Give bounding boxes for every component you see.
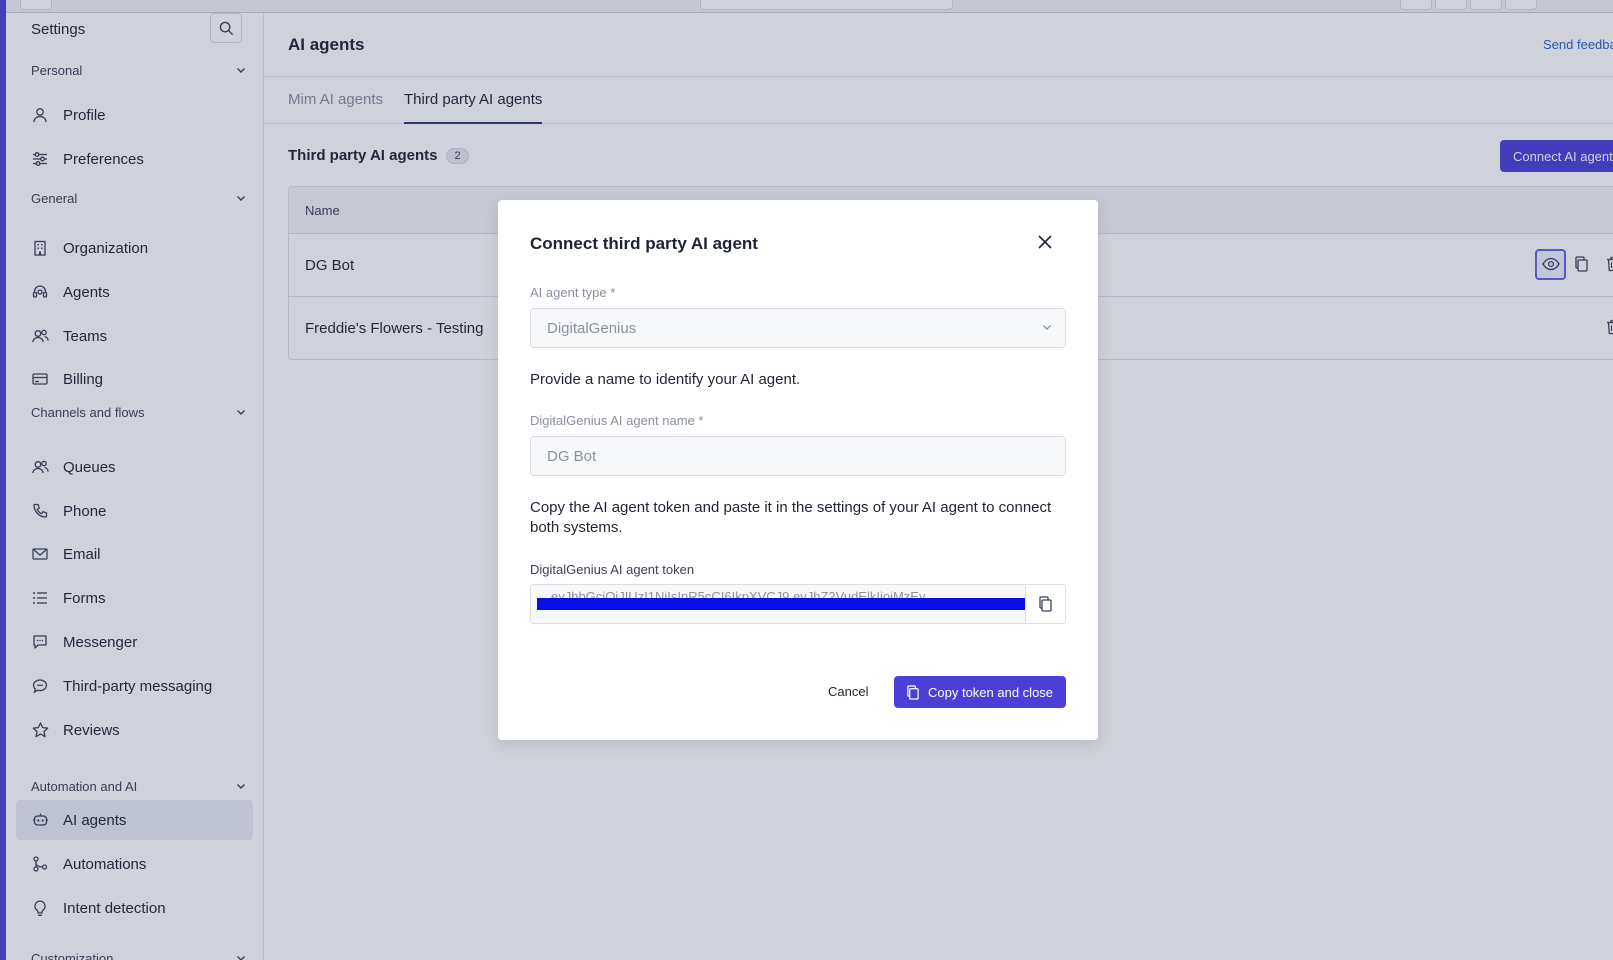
- dialog-title: Connect third party AI agent: [530, 234, 758, 253]
- token-label: DigitalGenius AI agent token: [530, 562, 695, 577]
- copy-token-and-close-button[interactable]: Copy token and close: [894, 676, 1066, 708]
- agent-type-select[interactable]: DigitalGenius: [530, 308, 1066, 348]
- agent-name-value: DG Bot: [547, 447, 597, 465]
- agent-type-label: AI agent type *: [530, 285, 616, 300]
- agent-name-input[interactable]: DG Bot: [530, 436, 1066, 476]
- copy-token-button[interactable]: [1025, 585, 1065, 623]
- copy-icon: [1039, 596, 1052, 612]
- button-label: Copy token and close: [928, 684, 1054, 700]
- cancel-button[interactable]: Cancel: [828, 684, 868, 699]
- redaction-bar: [537, 598, 1025, 610]
- agent-name-label: DigitalGenius AI agent name *: [530, 413, 704, 428]
- token-prompt: Copy the AI agent token and paste it in …: [530, 499, 1052, 536]
- name-prompt: Provide a name to identify your AI agent…: [530, 371, 801, 388]
- copy-icon: [907, 684, 919, 700]
- token-field[interactable]: eyJhbGciOiJIUzI1NiIsInR5cCI6IkpXVCJ9.eyJ…: [530, 584, 1066, 624]
- close-button[interactable]: [1033, 230, 1057, 254]
- chevron-down-icon: [1043, 325, 1051, 330]
- close-icon: [1038, 235, 1052, 249]
- agent-type-value: DigitalGenius: [547, 319, 637, 337]
- connect-agent-dialog: Connect third party AI agent AI agent ty…: [498, 200, 1098, 740]
